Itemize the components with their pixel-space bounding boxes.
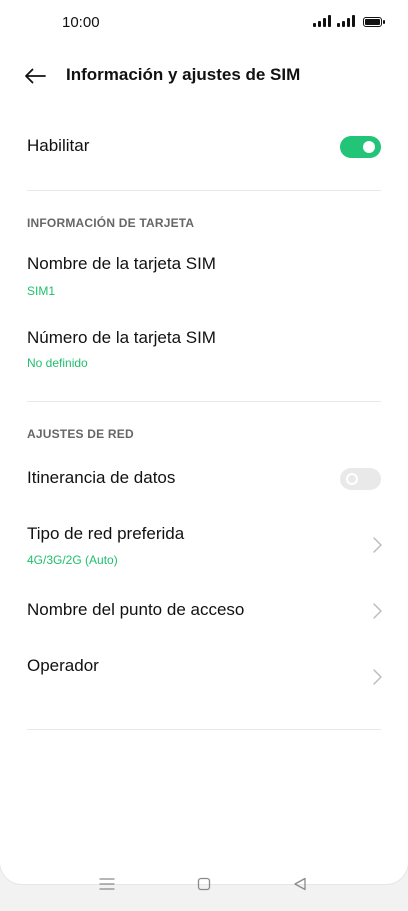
back-triangle-icon (294, 877, 306, 891)
enable-label: Habilitar (27, 136, 90, 155)
navigation-bar (0, 877, 408, 911)
status-time: 10:00 (62, 14, 100, 31)
apn-row[interactable]: Nombre del punto de acceso (0, 592, 408, 632)
preferred-network-label: Tipo de red preferida (27, 524, 185, 543)
divider (27, 401, 381, 402)
back-nav-button[interactable] (288, 872, 312, 896)
arrow-left-icon (25, 68, 46, 84)
operator-label: Operador (27, 656, 99, 675)
page-title: Información y ajustes de SIM (66, 65, 301, 84)
signal-icon (313, 15, 331, 27)
status-icons (313, 15, 385, 27)
operator-row[interactable]: Operador (0, 650, 408, 700)
sim-name-value: SIM1 (27, 284, 56, 298)
section-title-network: AJUSTES DE RED (27, 427, 134, 441)
phone-frame: 10:00 Información y ajustes de SIM Habil… (0, 0, 408, 911)
home-button[interactable] (192, 872, 216, 896)
sim-name-row[interactable]: Nombre de la tarjeta SIM SIM1 (0, 250, 408, 306)
back-button[interactable] (20, 62, 50, 90)
divider (27, 729, 381, 730)
sim-number-row[interactable]: Número de la tarjeta SIM No definido (0, 324, 408, 380)
settings-screen: 10:00 Información y ajustes de SIM Habil… (0, 0, 408, 884)
sim-number-label: Número de la tarjeta SIM (27, 328, 216, 347)
section-title-card-info: INFORMACIÓN DE TARJETA (27, 216, 195, 230)
divider (27, 190, 381, 191)
menu-button[interactable] (95, 872, 119, 896)
menu-icon (99, 878, 115, 890)
preferred-network-value: 4G/3G/2G (Auto) (27, 553, 118, 567)
status-bar: 10:00 (0, 0, 408, 44)
chevron-right-icon (373, 669, 382, 685)
roaming-row[interactable]: Itinerancia de datos (0, 458, 408, 502)
roaming-label: Itinerancia de datos (27, 468, 176, 487)
signal-icon (337, 15, 355, 27)
battery-icon (363, 17, 385, 27)
preferred-network-row[interactable]: Tipo de red preferida 4G/3G/2G (Auto) (0, 520, 408, 576)
roaming-toggle[interactable] (340, 468, 381, 490)
sim-number-value: No definido (27, 356, 88, 370)
chevron-right-icon (373, 603, 382, 619)
sim-name-label: Nombre de la tarjeta SIM (27, 254, 216, 273)
enable-toggle[interactable] (340, 136, 381, 158)
app-header: Información y ajustes de SIM (0, 52, 408, 100)
chevron-right-icon (373, 537, 382, 553)
enable-row[interactable]: Habilitar (0, 126, 408, 170)
apn-label: Nombre del punto de acceso (27, 600, 245, 619)
home-icon (197, 877, 211, 891)
